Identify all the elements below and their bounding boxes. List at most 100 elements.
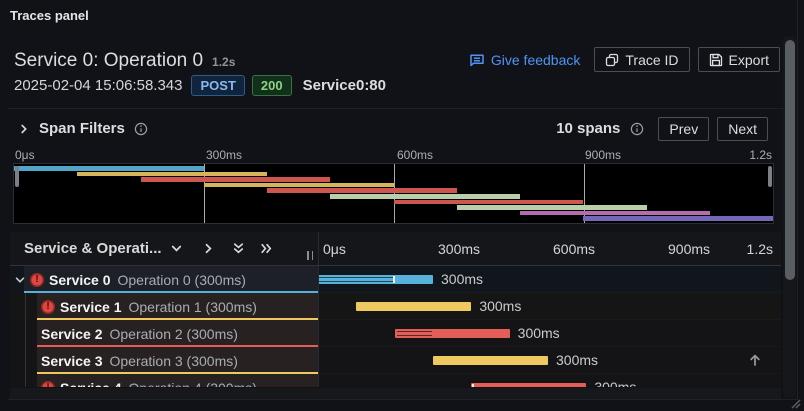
minimap-span — [267, 188, 457, 193]
span-filters-label: Span Filters — [39, 120, 125, 137]
info-icon[interactable] — [630, 122, 644, 136]
span-bar[interactable] — [471, 383, 586, 387]
span-row-service-4[interactable]: ! Service 4 Operation 4 (300ms) 300ms — [10, 374, 781, 387]
minimap-span — [457, 205, 647, 210]
next-label: Next — [728, 121, 757, 137]
timeline-axis: 0μs 300ms 600ms 900ms 1.2s — [318, 232, 781, 265]
minimap-span — [204, 183, 394, 188]
child-span-stripe — [397, 331, 432, 336]
indent-guide — [25, 293, 26, 320]
traces-panel: Traces panel Service 0: Operation 0 1.2s… — [0, 0, 804, 411]
chevron-right-icon[interactable] — [202, 242, 215, 255]
indent-guide — [25, 347, 26, 374]
info-icon[interactable] — [134, 122, 148, 136]
double-chevron-right-icon[interactable] — [260, 242, 273, 255]
trace-duration: 1.2s — [212, 55, 235, 69]
child-span-stripe — [318, 277, 393, 282]
service-name: Service 1 — [60, 299, 122, 315]
indent-guide — [25, 320, 26, 347]
status-badge: 200 — [252, 75, 292, 96]
trace-header: Service 0: Operation 0 1.2s — [14, 50, 235, 72]
table-header: Service & Operati... 0μs 300ms 600ms — [10, 232, 781, 266]
trace-subheader: 2025-02-04 15:06:58.343 POST 200 Service… — [14, 74, 386, 96]
minimap-right-handle[interactable] — [768, 166, 772, 187]
horizontal-scrollbar[interactable] — [10, 388, 781, 399]
span-duration-label: 300ms — [441, 271, 483, 287]
trace-id-label: Trace ID — [625, 52, 678, 68]
axis-tick: 1.2s — [749, 148, 772, 162]
axis-tick: 0μs — [15, 148, 35, 162]
double-chevron-down-icon[interactable] — [232, 242, 245, 255]
span-bar[interactable] — [433, 356, 548, 365]
minimap-span — [520, 211, 710, 216]
span-row-service-2[interactable]: Service 2 Operation 2 (300ms) 300ms — [10, 320, 781, 347]
prev-span-button[interactable]: Prev — [658, 117, 709, 141]
scrollbar-thumb[interactable] — [785, 40, 795, 280]
axis-tick: 900ms — [585, 148, 621, 162]
column-resize-handle[interactable] — [307, 251, 313, 260]
trace-title: Service 0: Operation 0 — [14, 50, 203, 72]
axis-tick: 900ms — [668, 241, 710, 257]
span-bar[interactable] — [318, 275, 433, 284]
give-feedback-link[interactable]: Give feedback — [469, 52, 581, 68]
operation-name: Operation 1 (300ms) — [129, 299, 257, 315]
panel-resize-handle[interactable] — [789, 396, 801, 411]
span-table: Service & Operati... 0μs 300ms 600ms — [10, 232, 781, 387]
panel-title: Traces panel — [10, 8, 89, 23]
minimap-span — [14, 166, 204, 171]
span-row-service-3[interactable]: Service 3 Operation 3 (300ms) 300ms — [10, 347, 781, 374]
chevron-down-icon[interactable] — [14, 274, 26, 286]
service-name: Service 4 — [60, 380, 122, 388]
minimap-span — [141, 177, 331, 182]
error-icon: ! — [30, 273, 44, 287]
operation-name: Operation 2 (300ms) — [110, 326, 238, 342]
span-duration-label: 300ms — [594, 379, 636, 387]
export-button[interactable]: Export — [698, 47, 780, 72]
chevron-down-icon[interactable] — [170, 242, 183, 255]
chevron-right-icon — [18, 123, 30, 135]
minimap-span — [394, 200, 584, 205]
operation-name: Operation 0 (300ms) — [118, 272, 246, 288]
span-filters-toggle[interactable]: Span Filters — [18, 120, 148, 137]
give-feedback-label: Give feedback — [491, 52, 581, 68]
span-duration-label: 300ms — [556, 352, 598, 368]
name-column-header: Service & Operati... — [24, 240, 162, 257]
operation-name: Operation 3 (300ms) — [110, 353, 238, 369]
panel-border — [797, 0, 798, 400]
span-row-service-0[interactable]: ! Service 0 Operation 0 (300ms) 300ms — [10, 266, 781, 293]
span-count: 10 spans — [556, 120, 620, 137]
minimap-left-handle[interactable] — [15, 166, 19, 187]
axis-tick: 1.2s — [747, 241, 773, 257]
span-duration-label: 300ms — [518, 325, 560, 341]
minimap-span — [77, 172, 267, 177]
export-label: Export — [729, 52, 769, 68]
copy-icon — [605, 53, 619, 67]
span-filters-bar: Span Filters 10 spans Prev Next — [8, 108, 796, 148]
error-icon: ! — [41, 300, 55, 314]
service-name: Service 3 — [41, 353, 103, 369]
prev-label: Prev — [669, 121, 698, 137]
save-icon — [709, 53, 723, 67]
span-tick — [472, 384, 474, 387]
minimap-axis: 0μs 300ms 600ms 900ms 1.2s — [13, 148, 774, 161]
axis-tick: 0μs — [323, 241, 346, 257]
trace-minimap[interactable] — [13, 163, 774, 224]
trace-id-button[interactable]: Trace ID — [594, 47, 689, 72]
axis-tick: 300ms — [206, 148, 242, 162]
trace-timestamp: 2025-02-04 15:06:58.343 — [14, 77, 182, 94]
span-row-service-1[interactable]: ! Service 1 Operation 1 (300ms) 300ms — [10, 293, 781, 320]
axis-tick: 600ms — [553, 241, 595, 257]
axis-tick: 300ms — [438, 241, 480, 257]
axis-tick: 600ms — [397, 148, 433, 162]
next-span-button[interactable]: Next — [717, 117, 768, 141]
span-duration-label: 300ms — [479, 298, 521, 314]
minimap-span — [330, 194, 520, 199]
vertical-scrollbar[interactable] — [783, 36, 796, 398]
service-name: Service 2 — [41, 326, 103, 342]
service-name: Service 0 — [49, 272, 111, 288]
minimap-span — [583, 216, 773, 221]
span-bar[interactable] — [356, 302, 471, 311]
span-bar[interactable] — [395, 329, 510, 338]
span-tick — [393, 276, 395, 283]
method-badge: POST — [191, 75, 244, 96]
